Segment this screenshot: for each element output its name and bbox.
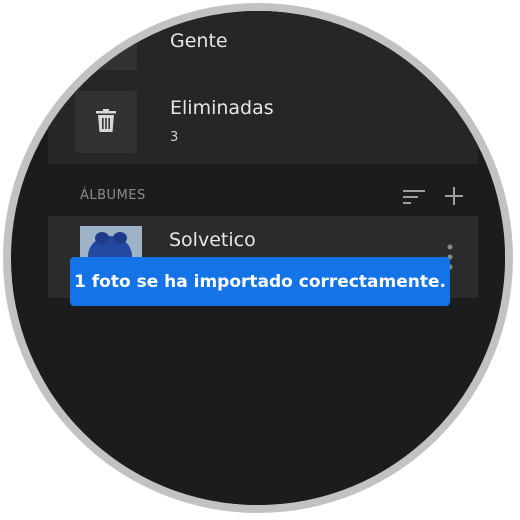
deleted-thumbnail <box>75 91 137 153</box>
screenshot-frame: Gente Eliminadas 3 ÁLBUMES Solvetico 1 f… <box>0 0 520 520</box>
sidebar-item-count: 3 <box>170 130 179 145</box>
sort-icon[interactable] <box>403 189 425 205</box>
sidebar-item-label: Eliminadas <box>170 97 274 119</box>
sidebar-item-label: Gente <box>170 30 228 52</box>
trash-icon <box>96 109 116 132</box>
albums-section-header: ÁLBUMES <box>48 176 478 212</box>
sidebar-item-people[interactable]: Gente <box>48 11 478 83</box>
sidebar-item-deleted[interactable]: Eliminadas 3 <box>48 81 478 164</box>
album-title: Solvetico <box>169 229 256 251</box>
plus-icon[interactable] <box>444 186 464 206</box>
import-success-toast: 1 foto se ha importado correctamente. <box>70 257 450 306</box>
toast-message: 1 foto se ha importado correctamente. <box>74 271 446 292</box>
albums-heading: ÁLBUMES <box>80 188 146 203</box>
people-thumbnail <box>75 11 137 70</box>
